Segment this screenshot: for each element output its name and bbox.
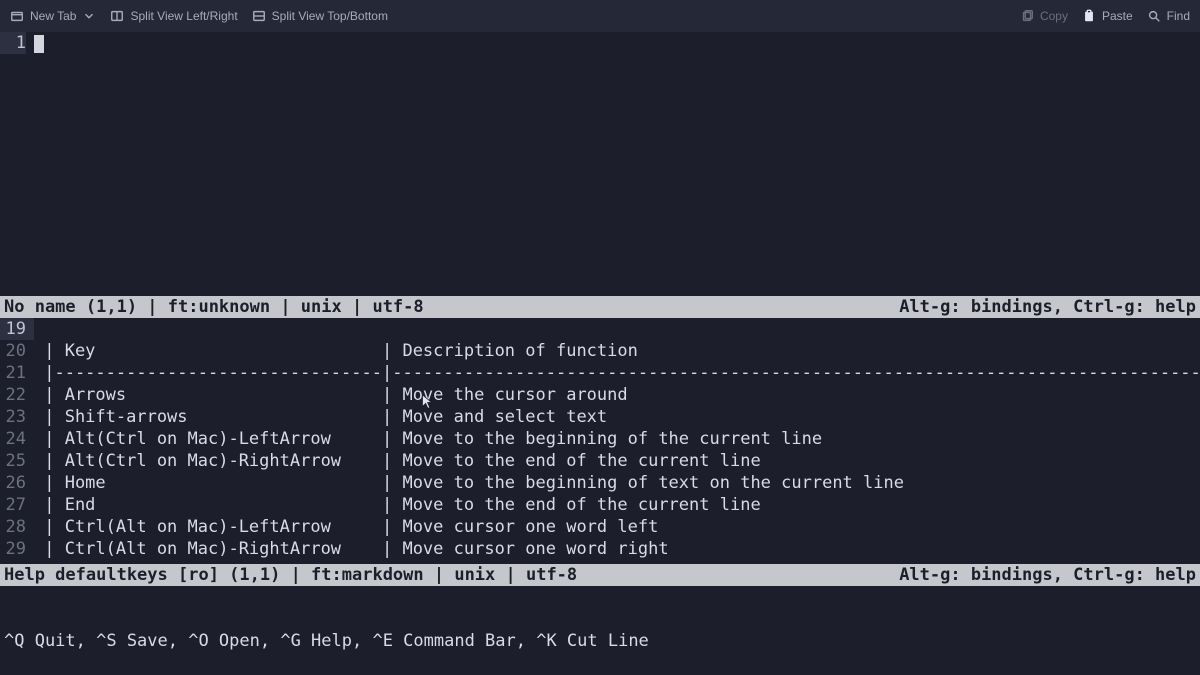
split-tb-button[interactable]: Split View Top/Bottom <box>252 9 388 23</box>
status-right-top: Alt-g: bindings, Ctrl-g: help <box>899 296 1196 318</box>
line-number: 26 <box>0 472 34 494</box>
statusbar-bottom: Help defaultkeys [ro] (1,1) | ft:markdow… <box>0 564 1200 586</box>
toolbar-left: New Tab Split View Left/Right Split View… <box>10 9 388 23</box>
help-row: 24 | Alt(Ctrl on Mac)-LeftArrow | Move t… <box>0 428 1200 450</box>
line-number: 23 <box>0 406 34 428</box>
text-cursor <box>34 35 44 53</box>
new-tab-icon <box>10 9 24 23</box>
toolbar-right: Copy Paste Find <box>1020 9 1190 23</box>
new-tab-button[interactable]: New Tab <box>10 9 96 23</box>
line-number: 21 <box>0 362 34 384</box>
find-button[interactable]: Find <box>1147 9 1190 23</box>
copy-label: Copy <box>1040 9 1068 23</box>
editor-pane-top[interactable]: 1 <box>0 32 1200 296</box>
help-text: | Ctrl(Alt on Mac)-RightArrow | Move cur… <box>34 538 1200 560</box>
help-text: | Arrows | Move the cursor around <box>34 384 1200 406</box>
status-right-bottom: Alt-g: bindings, Ctrl-g: help <box>899 564 1196 586</box>
line-number: 1 <box>0 32 26 54</box>
help-row: 23 | Shift-arrows | Move and select text <box>0 406 1200 428</box>
help-content: 1920 | Key | Description of function21 |… <box>0 318 1200 564</box>
help-text: | Home | Move to the beginning of text o… <box>34 472 1200 494</box>
command-bar: ^Q Quit, ^S Save, ^O Open, ^G Help, ^E C… <box>0 586 1200 630</box>
statusbar-top: No name (1,1) | ft:unknown | unix | utf-… <box>0 296 1200 318</box>
status-left-top: No name (1,1) | ft:unknown | unix | utf-… <box>4 296 424 318</box>
help-text: | End | Move to the end of the current l… <box>34 494 1200 516</box>
help-row: 28 | Ctrl(Alt on Mac)-LeftArrow | Move c… <box>0 516 1200 538</box>
help-text: | Alt(Ctrl on Mac)-RightArrow | Move to … <box>34 450 1200 472</box>
line-number: 27 <box>0 494 34 516</box>
chevron-down-icon <box>82 9 96 23</box>
find-label: Find <box>1167 9 1190 23</box>
help-row: 29 | Ctrl(Alt on Mac)-RightArrow | Move … <box>0 538 1200 560</box>
editor-content-top[interactable] <box>34 32 1200 296</box>
split-lr-label: Split View Left/Right <box>130 9 237 23</box>
split-tb-label: Split View Top/Bottom <box>272 9 388 23</box>
help-text: | Shift-arrows | Move and select text <box>34 406 1200 428</box>
help-row: 25 | Alt(Ctrl on Mac)-RightArrow | Move … <box>0 450 1200 472</box>
gutter-top: 1 <box>0 32 34 296</box>
search-icon <box>1147 9 1161 23</box>
help-text: | Key | Description of function <box>34 340 1200 362</box>
line-number: 19 <box>0 318 34 340</box>
help-row: 27 | End | Move to the end of the curren… <box>0 494 1200 516</box>
paste-button[interactable]: Paste <box>1082 9 1133 23</box>
copy-icon <box>1020 9 1034 23</box>
line-number: 20 <box>0 340 34 362</box>
help-text: | Ctrl(Alt on Mac)-LeftArrow | Move curs… <box>34 516 1200 538</box>
line-number: 24 <box>0 428 34 450</box>
copy-button[interactable]: Copy <box>1020 9 1068 23</box>
line-number: 22 <box>0 384 34 406</box>
editor-pane-bottom[interactable]: 1920 | Key | Description of function21 |… <box>0 318 1200 564</box>
paste-icon <box>1082 9 1096 23</box>
line-number: 25 <box>0 450 34 472</box>
help-row: 26 | Home | Move to the beginning of tex… <box>0 472 1200 494</box>
line-number: 28 <box>0 516 34 538</box>
new-tab-label: New Tab <box>30 9 76 23</box>
split-lr-button[interactable]: Split View Left/Right <box>110 9 237 23</box>
help-text <box>34 318 1200 340</box>
line-number: 29 <box>0 538 34 560</box>
help-row: 22 | Arrows | Move the cursor around <box>0 384 1200 406</box>
toolbar: New Tab Split View Left/Right Split View… <box>0 0 1200 32</box>
split-lr-icon <box>110 9 124 23</box>
split-tb-icon <box>252 9 266 23</box>
help-text: |--------------------------------|------… <box>34 362 1200 384</box>
help-row: 21 |--------------------------------|---… <box>0 362 1200 384</box>
paste-label: Paste <box>1102 9 1133 23</box>
help-row: 20 | Key | Description of function <box>0 340 1200 362</box>
help-row: 19 <box>0 318 1200 340</box>
status-left-bottom: Help defaultkeys [ro] (1,1) | ft:markdow… <box>4 564 577 586</box>
help-text: | Alt(Ctrl on Mac)-LeftArrow | Move to t… <box>34 428 1200 450</box>
